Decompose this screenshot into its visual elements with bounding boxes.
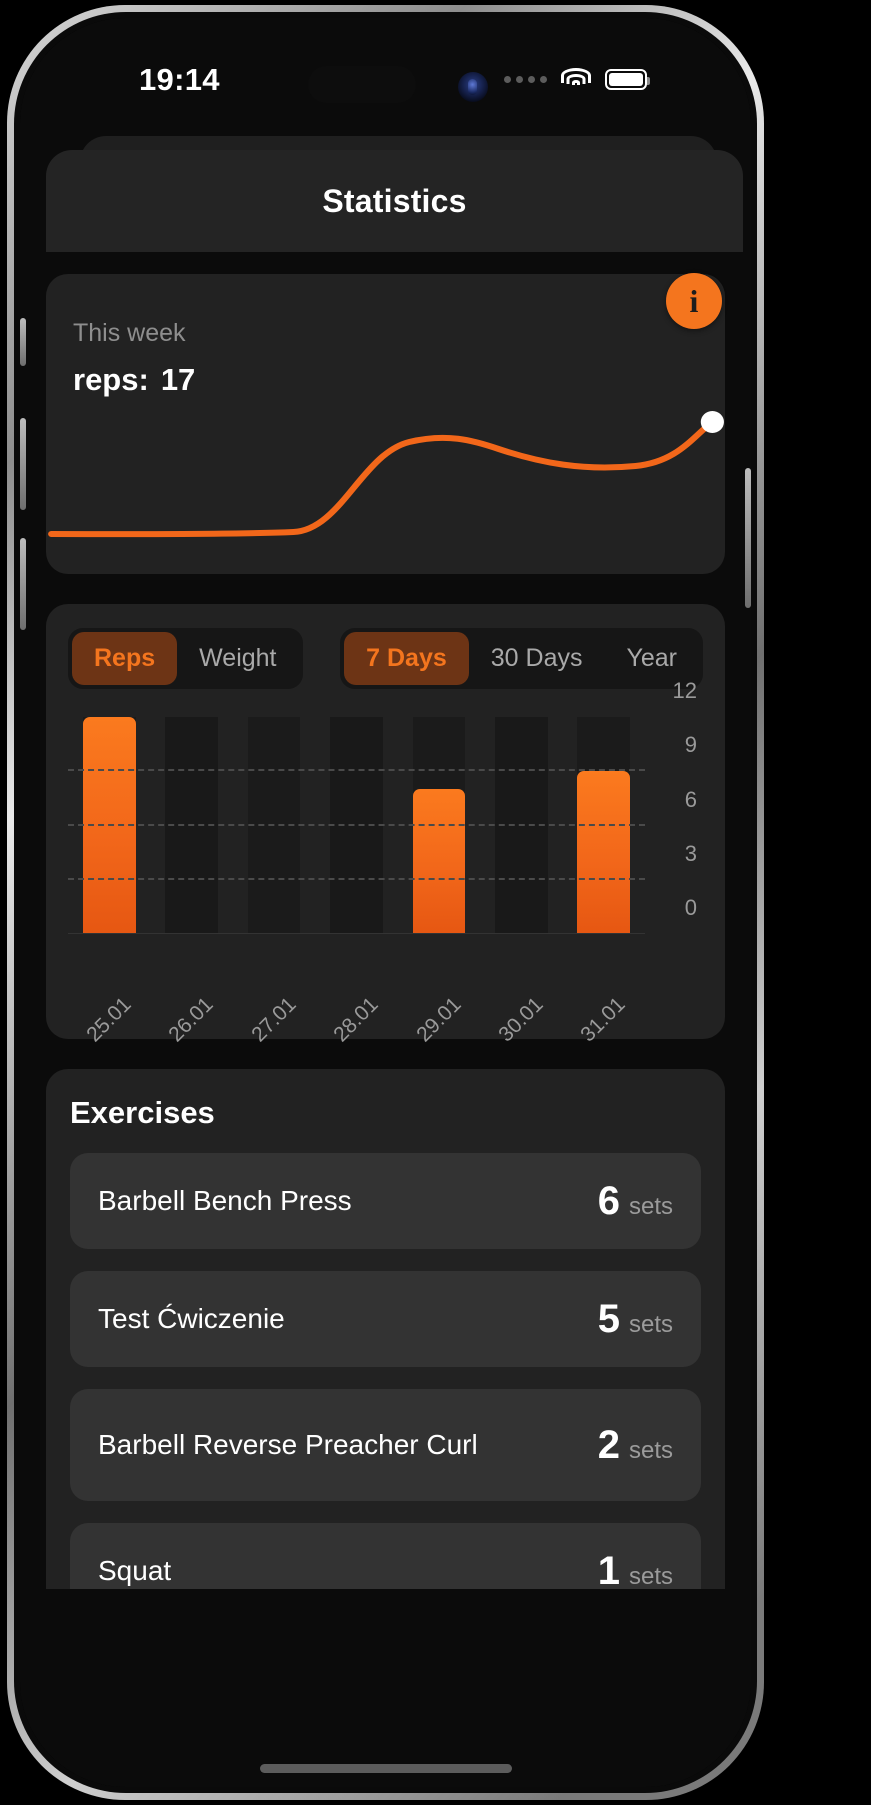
y-axis-tick: 6 [684,786,697,812]
bar-column[interactable] [68,717,150,934]
x-axis-tick-cell: 30.01 [480,993,562,1046]
chart-card: Reps Weight 7 Days 30 Days Year 0 3 6 9 … [46,604,725,1046]
x-axis-tick-cell: 26.01 [150,993,232,1046]
bar-columns [68,717,645,934]
bar[interactable] [412,789,466,934]
bar-column[interactable] [480,717,562,934]
segment-weight[interactable]: Weight [177,632,298,685]
x-axis-tick: 31.01 [576,992,631,1047]
x-axis-tick: 29.01 [411,992,466,1047]
segment-30-days[interactable]: 30 Days [469,632,605,685]
y-axis-tick: 0 [684,895,697,920]
exercises-title: Exercises [70,1095,215,1130]
info-button[interactable]: i [666,273,722,329]
bar-column[interactable] [233,717,315,934]
x-axis-tick-cell: 28.01 [315,993,397,1046]
exercise-sets-count: 1 [597,1548,620,1590]
status-bar: 19:14 [20,18,751,136]
page-title: Statistics [322,182,467,219]
silent-switch[interactable] [20,318,26,366]
exercise-sets-unit: sets [628,1562,673,1590]
exercise-sets-count: 2 [597,1422,620,1467]
exercise-row[interactable]: Test Ćwiczenie 5 sets [70,1271,701,1367]
bar-track [165,717,219,934]
power-button[interactable] [745,468,751,608]
exercise-name: Test Ćwiczenie [98,1303,285,1335]
bar-track [494,717,548,934]
y-axis-tick: 9 [684,732,697,758]
exercise-row[interactable]: Barbell Reverse Preacher Curl 2 sets [70,1389,701,1501]
phone-bezel: Statistics This week reps: 17 i Reps Wei… [14,12,757,1793]
exercise-name: Squat [98,1555,172,1587]
x-axis-line [68,933,645,934]
bar-column[interactable] [315,717,397,934]
exercise-sets: 2 sets [598,1423,673,1468]
exercises-card: Exercises Barbell Bench Press 6 sets Test Ć… [46,1069,725,1589]
bar-column[interactable] [150,717,232,934]
exercise-sets-count: 6 [597,1178,620,1223]
wifi-icon [561,68,591,90]
segment-7-days[interactable]: 7 Days [344,632,469,685]
x-axis-tick-cell: 29.01 [398,993,480,1046]
exercise-name: Barbell Reverse Preacher Curl [98,1429,478,1461]
segment-reps[interactable]: Reps [72,632,178,685]
bar-chart: 0 3 6 9 12 25.01 26.01 27.01 28.01 29.01 30.01 31.… [68,678,703,1046]
exercise-sets-unit: sets [628,1310,673,1338]
sparkline-endpoint-marker [700,411,724,433]
app-root: Statistics This week reps: 17 i Reps Wei… [20,18,751,1787]
exercise-sets: 5 sets [598,1297,673,1342]
info-icon: i [689,283,699,319]
exercise-name: Barbell Bench Press [98,1185,352,1217]
home-indicator[interactable] [259,1764,512,1773]
front-camera-icon [458,72,488,102]
navigation-bar: Statistics [46,150,743,252]
exercises-list: Barbell Bench Press 6 sets Test Ćwiczenie 5 s… [70,1153,701,1589]
exercise-sets-count: 5 [597,1296,620,1341]
exercise-row[interactable]: Barbell Bench Press 6 sets [70,1153,701,1249]
x-axis-tick: 30.01 [494,992,548,1047]
bar[interactable] [82,717,136,934]
battery-icon [605,68,650,90]
exercise-sets: 6 sets [598,1179,673,1224]
chart-controls: Reps Weight 7 Days 30 Days Year [68,628,703,689]
phone-frame: Statistics This week reps: 17 i Reps Wei… [7,5,764,1800]
this-week-label: This week [73,319,186,347]
camera-lens [468,79,477,95]
exercise-row[interactable]: Squat 1 sets [70,1523,701,1589]
status-time: 19:14 [139,62,220,97]
bar-track [247,717,301,934]
bar-column[interactable] [563,717,645,934]
metric-segmented-control[interactable]: Reps Weight [68,628,303,689]
bar[interactable] [577,771,631,934]
grid-line [68,877,645,880]
y-axis-labels: 0 3 6 9 12 [649,678,703,934]
bar-chart-plot-area [68,717,645,934]
x-axis-tick-cell: 31.01 [563,993,645,1046]
range-segmented-control[interactable]: 7 Days 30 Days Year [340,628,703,689]
volume-down-button[interactable] [20,538,26,630]
this-week-card: This week reps: 17 [46,274,725,574]
bar-column[interactable] [398,717,480,934]
x-axis-tick-cell: 27.01 [233,993,315,1046]
grid-line [68,823,645,826]
exercise-sets-unit: sets [628,1192,673,1220]
x-axis-tick-cell: 25.01 [68,993,150,1046]
status-indicators [504,68,650,90]
x-axis-tick: 26.01 [164,992,218,1047]
y-axis-tick: 3 [684,840,697,866]
signal-dots-icon [504,75,547,83]
bar-track [330,717,383,934]
exercise-sets: 1 sets [598,1549,673,1590]
exercise-sets-unit: sets [628,1436,673,1464]
grid-line [68,769,645,772]
dynamic-island [308,66,416,103]
y-axis-tick: 12 [672,678,697,703]
x-axis-tick: 28.01 [329,992,383,1047]
x-axis-labels: 25.01 26.01 27.01 28.01 29.01 30.01 31.01 [68,993,645,1046]
volume-up-button[interactable] [20,418,26,510]
phone-screen: Statistics This week reps: 17 i Reps Wei… [20,18,751,1787]
x-axis-tick: 25.01 [82,992,136,1047]
x-axis-tick: 27.01 [246,992,301,1047]
scroll-content[interactable]: This week reps: 17 i Reps Weight 7 Days … [20,252,751,1787]
